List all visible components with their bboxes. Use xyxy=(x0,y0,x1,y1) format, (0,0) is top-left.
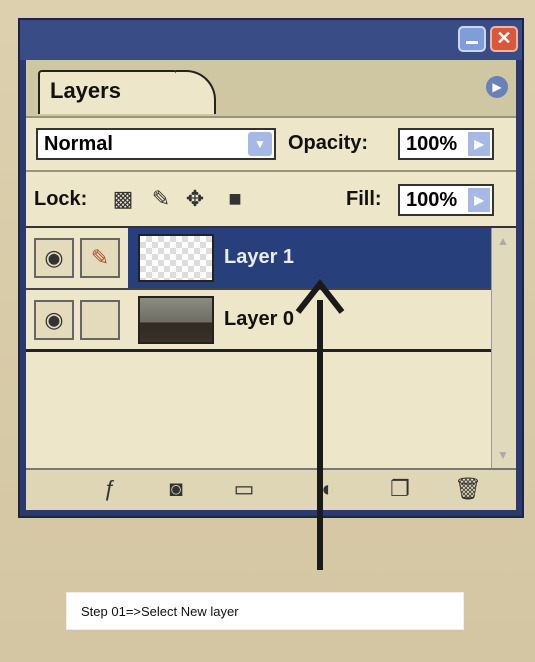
new-layer-icon[interactable]: ❐ xyxy=(386,476,414,502)
panel-bottom-toolbar: ƒ ◙ ▭ ◐ ❐ 🗑 xyxy=(26,468,516,510)
opacity-field[interactable]: 100% ▶ xyxy=(398,128,494,160)
layer-name[interactable]: Layer 0 xyxy=(224,308,294,331)
delete-layer-icon[interactable]: 🗑 xyxy=(454,476,482,502)
tab-layers[interactable]: Layers xyxy=(38,70,178,114)
adjustment-layer-icon[interactable]: ◐ xyxy=(314,476,342,502)
lock-transparent-pixels-icon[interactable]: ▩ xyxy=(110,186,136,212)
lock-label: Lock: xyxy=(34,188,88,210)
layer-row-0[interactable]: ◉ Layer 0 xyxy=(26,290,492,352)
blend-mode-select[interactable]: Normal ▼ xyxy=(36,128,276,160)
scroll-up-icon[interactable]: ▲ xyxy=(494,232,512,250)
panel-tab-row: Layers ▶ xyxy=(26,60,516,118)
layers-window: ✕ Layers ▶ Normal ▼ Opacity: 100% ▶ Lock… xyxy=(18,18,524,518)
step-caption: Step 01=>Select New layer xyxy=(66,592,464,630)
caption-text: Step 01=>Select New layer xyxy=(81,604,239,619)
layer-row-1[interactable]: ◉ ✎ Layer 1 xyxy=(26,228,492,290)
lock-image-pixels-icon[interactable]: ✎ xyxy=(148,186,174,212)
new-folder-icon[interactable]: ▭ xyxy=(230,476,258,502)
fill-label: Fill: xyxy=(346,188,382,210)
lock-all-icon[interactable]: ■ xyxy=(222,186,248,212)
eye-icon[interactable]: ◉ xyxy=(34,300,74,340)
tab-edge xyxy=(176,70,216,114)
layer-name[interactable]: Layer 1 xyxy=(224,246,294,269)
tab-layers-label: Layers xyxy=(50,78,121,103)
layers-scrollbar[interactable]: ▲ ▼ xyxy=(491,228,516,468)
layer-thumbnail-photo[interactable] xyxy=(138,296,214,344)
link-slot[interactable] xyxy=(80,300,120,340)
fill-slider-arrow-icon[interactable]: ▶ xyxy=(468,188,490,212)
lock-fill-row: Lock: ▩ ✎ ✥ ■ Fill: 100% ▶ xyxy=(26,170,516,226)
add-mask-icon[interactable]: ◙ xyxy=(162,476,190,502)
lock-position-icon[interactable]: ✥ xyxy=(182,186,208,212)
opacity-value: 100% xyxy=(406,133,458,155)
fill-field[interactable]: 100% ▶ xyxy=(398,184,494,216)
chevron-down-icon[interactable]: ▼ xyxy=(248,132,272,156)
minimize-icon[interactable] xyxy=(458,26,486,52)
add-layer-style-icon[interactable]: ƒ xyxy=(96,476,124,502)
opacity-slider-arrow-icon[interactable]: ▶ xyxy=(468,132,490,156)
panel-menu-arrow-icon[interactable]: ▶ xyxy=(486,76,508,98)
scroll-down-icon[interactable]: ▼ xyxy=(494,446,512,464)
close-icon[interactable]: ✕ xyxy=(490,26,518,52)
layers-panel: Layers ▶ Normal ▼ Opacity: 100% ▶ Lock: … xyxy=(26,60,516,510)
fill-value: 100% xyxy=(406,189,458,211)
layer-thumbnail-transparent[interactable] xyxy=(138,234,214,282)
eye-icon[interactable]: ◉ xyxy=(34,238,74,278)
opacity-label: Opacity: xyxy=(288,132,369,154)
brush-icon[interactable]: ✎ xyxy=(80,238,120,278)
title-bar[interactable]: ✕ xyxy=(20,20,522,60)
layers-list: ◉ ✎ Layer 1 ◉ Layer 0 ▲ ▼ xyxy=(26,226,516,468)
blend-mode-value: Normal xyxy=(44,133,113,155)
blend-opacity-row: Normal ▼ Opacity: 100% ▶ xyxy=(26,116,516,170)
